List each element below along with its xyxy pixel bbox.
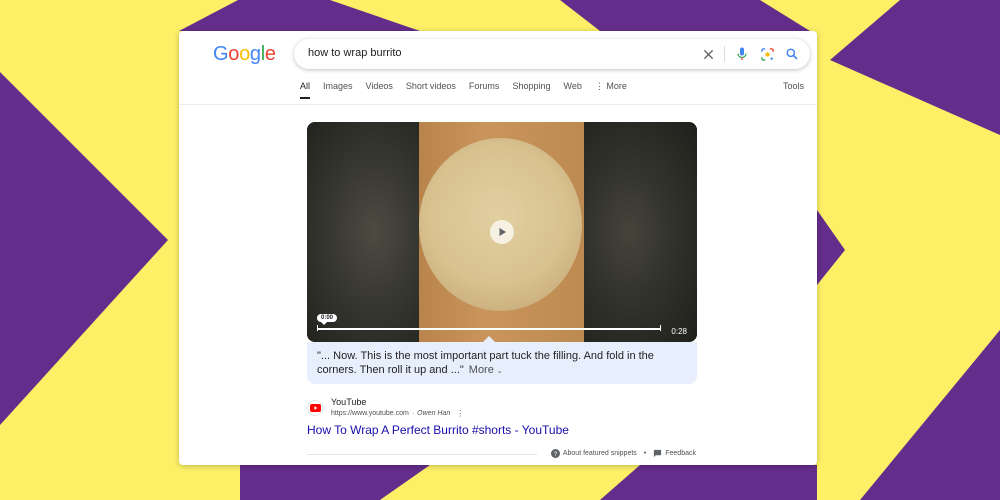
- more-options-icon[interactable]: ⋮: [456, 409, 464, 418]
- tab-more[interactable]: ⋮ More: [595, 81, 627, 98]
- tab-forums[interactable]: Forums: [469, 81, 500, 98]
- tab-shopping[interactable]: Shopping: [512, 81, 550, 98]
- progress-end-tick: [660, 325, 661, 331]
- search-tabs: All Images Videos Short videos Forums Sh…: [300, 81, 640, 99]
- transcript-snippet: "... Now. This is the most important par…: [307, 342, 697, 384]
- clear-icon[interactable]: [700, 46, 716, 62]
- search-results-window: Google how to wrap burrito All Images Vi…: [179, 31, 817, 465]
- google-logo[interactable]: Google: [213, 43, 276, 66]
- tools-button[interactable]: Tools: [783, 81, 804, 91]
- play-icon[interactable]: [490, 220, 514, 244]
- divider: [724, 46, 725, 62]
- search-icon[interactable]: [784, 46, 800, 62]
- url-text: https://www.youtube.com: [331, 410, 409, 417]
- logo-letter: e: [264, 43, 276, 65]
- progress-bar[interactable]: [317, 328, 661, 330]
- more-label: More: [468, 364, 494, 376]
- tab-images[interactable]: Images: [323, 81, 353, 98]
- result-title-link[interactable]: How To Wrap A Perfect Burrito #shorts - …: [307, 423, 569, 437]
- search-box[interactable]: how to wrap burrito: [294, 39, 810, 69]
- logo-letter: o: [228, 43, 240, 65]
- feedback-icon: [653, 449, 662, 458]
- tab-all[interactable]: All: [300, 81, 311, 99]
- chevron-down-icon: ⌄: [496, 368, 503, 375]
- search-input[interactable]: how to wrap burrito: [308, 47, 402, 59]
- logo-letter: g: [249, 43, 261, 65]
- about-snippets-link[interactable]: About featured snippets: [563, 450, 637, 457]
- timestamp-bubble: 0:00: [317, 314, 338, 325]
- header-divider: [179, 104, 817, 105]
- help-icon: ?: [550, 449, 560, 458]
- logo-letter: G: [213, 43, 229, 65]
- video-player[interactable]: 0:00 0:28: [307, 122, 697, 342]
- result-site-name[interactable]: YouTube: [331, 397, 366, 407]
- footer-separator: •: [643, 450, 647, 457]
- snippet-more-link[interactable]: More ⌄: [469, 364, 503, 376]
- result-author: Owen Han: [417, 410, 451, 417]
- tab-short-videos[interactable]: Short videos: [406, 81, 456, 98]
- footer-divider: [307, 454, 537, 455]
- tab-web[interactable]: Web: [563, 81, 581, 98]
- video-frame-left: [307, 122, 419, 342]
- youtube-logo-icon[interactable]: [307, 400, 323, 416]
- lens-icon[interactable]: [759, 46, 775, 62]
- search-icons: [691, 46, 800, 62]
- tab-videos[interactable]: Videos: [366, 81, 393, 98]
- microphone-icon[interactable]: [734, 46, 750, 62]
- video-frame-right: [584, 122, 697, 342]
- logo-letter: o: [239, 43, 250, 65]
- result-url[interactable]: https://www.youtube.com · Owen Han ⋮: [331, 409, 464, 418]
- snippet-footer: ? About featured snippets • Feedback: [550, 449, 696, 458]
- svg-text:?: ?: [554, 451, 558, 458]
- video-duration: 0:28: [671, 327, 687, 336]
- url-separator: ·: [411, 410, 415, 417]
- feedback-link[interactable]: Feedback: [665, 450, 696, 457]
